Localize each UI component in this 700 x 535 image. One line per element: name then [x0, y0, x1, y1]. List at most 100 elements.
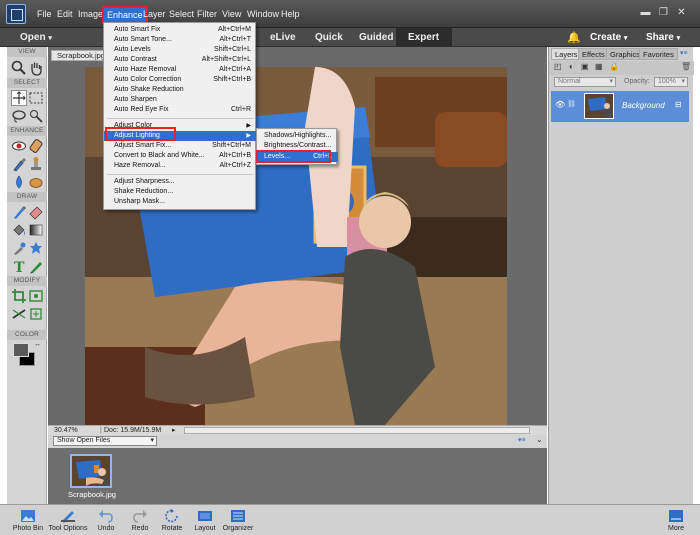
sponge-tool-icon[interactable]	[28, 174, 44, 190]
opacity-field[interactable]: 100% ▾	[654, 77, 688, 87]
close-icon[interactable]: ✕	[676, 8, 687, 18]
eyedropper-tool-icon[interactable]	[11, 240, 27, 256]
spot-healing-tool-icon[interactable]	[28, 138, 44, 154]
status-arrow-icon[interactable]: ▸	[172, 426, 176, 435]
tab-layers[interactable]: Layers	[551, 48, 582, 60]
blend-mode-select[interactable]: Normal ▾	[554, 77, 616, 87]
menu-layer[interactable]: Layer	[143, 8, 166, 20]
organizer-icon	[231, 510, 245, 522]
pencil-tool-icon[interactable]	[28, 258, 44, 274]
trash-icon[interactable]: 🗑	[681, 62, 691, 71]
menu-item-adjust-smart-fix[interactable]: Adjust Smart Fix... Shift+Ctrl+M	[104, 141, 257, 151]
lock-transparency-icon[interactable]: ▦	[595, 62, 603, 71]
menu-item-haze-removal[interactable]: Haze Removal... Alt+Ctrl+Z	[104, 161, 257, 171]
notification-bell-icon[interactable]: 🔔	[567, 31, 581, 44]
swap-colors-icon[interactable]: ↔	[34, 341, 41, 348]
blur-tool-icon[interactable]	[11, 174, 27, 190]
zoom-tool-icon[interactable]	[11, 60, 27, 76]
bin-menu-icon[interactable]: ▾≡	[518, 436, 526, 444]
lasso-tool-icon[interactable]	[11, 108, 27, 124]
lock-all-icon[interactable]: 🔒	[609, 62, 619, 71]
clone-stamp-tool-icon[interactable]	[28, 156, 44, 172]
move-tool-icon[interactable]	[11, 90, 27, 106]
bin-thumbnail[interactable]	[70, 454, 112, 488]
crop-tool-icon[interactable]	[11, 288, 27, 304]
photo-bin-button[interactable]: Photo Bin	[6, 509, 50, 532]
menu-item-convert-bw[interactable]: Convert to Black and White... Alt+Ctrl+B	[104, 151, 257, 161]
adjustment-layer-icon[interactable]: ◐	[569, 62, 574, 71]
eraser-tool-icon[interactable]	[28, 204, 44, 220]
menu-file[interactable]: File	[37, 8, 52, 20]
menu-window[interactable]: Window	[247, 8, 279, 20]
marquee-tool-icon[interactable]	[28, 90, 44, 106]
menu-item-auto-haze-removal[interactable]: Auto Haze Removal Alt+Ctrl+A	[104, 65, 257, 75]
horizontal-scrollbar[interactable]	[184, 427, 530, 434]
straighten-tool-icon[interactable]	[11, 306, 27, 322]
menu-filter[interactable]: Filter	[197, 8, 217, 20]
visibility-eye-icon[interactable]: 👁	[555, 100, 565, 109]
foreground-color-swatch[interactable]	[13, 343, 29, 357]
smart-brush-tool-icon[interactable]	[11, 156, 27, 172]
recompose-tool-icon[interactable]	[28, 288, 44, 304]
shape-tool-icon[interactable]	[28, 240, 44, 256]
menu-edit[interactable]: Edit	[57, 8, 73, 20]
tab-favorites[interactable]: Favorites	[639, 48, 678, 60]
tab-guided[interactable]: Guided	[359, 32, 393, 43]
hand-tool-icon[interactable]	[28, 60, 44, 76]
chevron-down-icon: ▾	[681, 78, 685, 85]
document-tab[interactable]: Scrapbook.jpg	[51, 50, 111, 61]
maximize-icon[interactable]: ❐	[658, 8, 669, 18]
share-button[interactable]: Share ▾	[646, 32, 680, 43]
panel-menu-icon[interactable]: ▾≡	[680, 49, 688, 57]
menu-item-auto-contrast[interactable]: Auto Contrast Alt+Shift+Ctrl+L	[104, 55, 257, 65]
tab-elive[interactable]: eLive	[270, 32, 296, 43]
new-layer-icon[interactable]: ◰	[554, 62, 562, 71]
tab-effects[interactable]: Effects	[578, 48, 609, 60]
more-button[interactable]: More	[654, 509, 698, 532]
menu-item-auto-sharpen[interactable]: Auto Sharpen	[104, 95, 257, 105]
menu-item-auto-smart-fix[interactable]: Auto Smart Fix Alt+Ctrl+M	[104, 25, 257, 35]
layer-mask-icon[interactable]: ▣	[581, 62, 589, 71]
highlight-box-levels	[256, 150, 331, 163]
menu-item-unsharp-mask[interactable]: Unsharp Mask...	[104, 197, 257, 207]
menu-item-adjust-sharpness[interactable]: Adjust Sharpness...	[104, 177, 257, 187]
content-aware-move-tool-icon[interactable]	[28, 306, 44, 322]
open-button[interactable]: Open ▾	[20, 32, 52, 43]
menu-separator	[107, 174, 254, 175]
menu-view[interactable]: View	[222, 8, 241, 20]
rotate-label: Rotate	[161, 525, 183, 532]
opacity-value: 100%	[658, 78, 676, 85]
menu-item-auto-smart-tone[interactable]: Auto Smart Tone... Alt+Ctrl+T	[104, 35, 257, 45]
brush-tool-icon[interactable]	[11, 204, 27, 220]
bin-source-select[interactable]: Show Open Files	[53, 436, 157, 446]
gradient-tool-icon[interactable]	[28, 222, 44, 238]
svg-text:T: T	[14, 260, 25, 274]
tool-options-icon	[61, 511, 75, 523]
collapse-bin-icon[interactable]: ⌄	[536, 435, 543, 444]
menu-item-shake-reduction[interactable]: Shake Reduction...	[104, 187, 257, 197]
layer-row-background[interactable]: 👁 ⛓ Background ⊟	[551, 91, 689, 122]
tab-expert[interactable]: Expert	[408, 32, 439, 43]
blend-mode-value: Normal	[558, 78, 581, 85]
layer-link-icon[interactable]: ⛓	[567, 100, 576, 108]
tab-quick[interactable]: Quick	[315, 32, 343, 43]
type-tool-icon[interactable]: T	[11, 258, 27, 274]
paint-bucket-tool-icon[interactable]	[11, 222, 27, 238]
menu-image[interactable]: Image	[78, 8, 103, 20]
chevron-down-icon: ▾	[676, 35, 681, 42]
menu-item-auto-color-correction[interactable]: Auto Color Correction Shift+Ctrl+B	[104, 75, 257, 85]
status-bar: 30.47% | Doc: 15.9M/15.9M ▸	[48, 425, 547, 435]
menu-select[interactable]: Select	[169, 8, 194, 20]
menu-item-auto-levels[interactable]: Auto Levels Shift+Ctrl+L	[104, 45, 257, 55]
layout-label: Layout	[194, 525, 216, 532]
organizer-button[interactable]: Organizer	[216, 509, 260, 532]
red-eye-tool-icon[interactable]	[11, 138, 27, 154]
menu-item-auto-red-eye-fix[interactable]: Auto Red Eye Fix Ctrl+R	[104, 105, 257, 115]
quick-selection-tool-icon[interactable]	[28, 108, 44, 124]
menu-item-auto-shake-reduction[interactable]: Auto Shake Reduction	[104, 85, 257, 95]
minimize-icon[interactable]: ▬	[640, 8, 651, 18]
layers-toolbar: ◰ ◐ ▣ ▦ 🔒 🗑	[549, 61, 694, 75]
menu-item-shadows-highlights[interactable]: Shadows/Highlights...	[257, 131, 338, 141]
menu-help[interactable]: Help	[281, 8, 300, 20]
create-button[interactable]: Create ▾	[590, 32, 627, 43]
